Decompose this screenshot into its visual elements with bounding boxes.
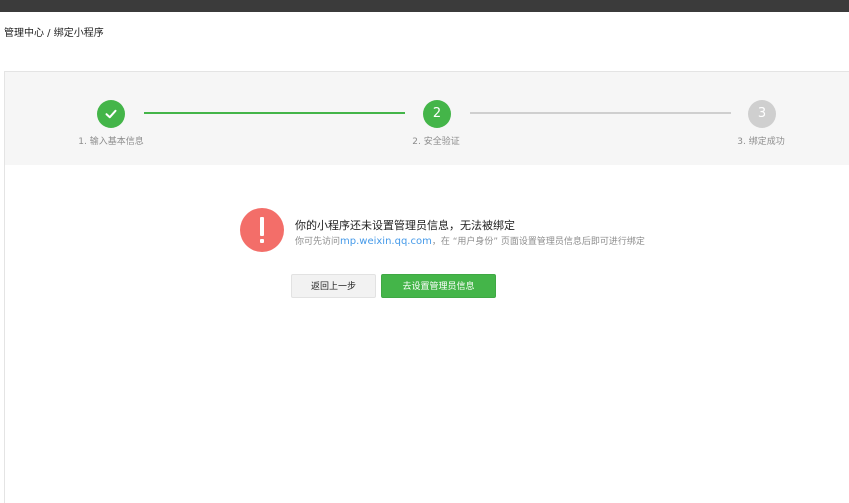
exclamation-icon [240,208,284,252]
back-button[interactable]: 返回上一步 [291,274,376,298]
mp-weixin-link[interactable]: mp.weixin.qq.com [340,236,432,247]
step-3-circle: 3 [748,100,776,128]
breadcrumb-root[interactable]: 管理中心 [4,28,44,39]
step-2-label: 2. 安全验证 [412,137,460,147]
breadcrumb-current: 绑定小程序 [53,28,104,39]
step-3-label: 3. 绑定成功 [737,137,785,147]
step-1-label: 1. 输入基本信息 [78,137,144,147]
step-connector-2 [470,112,731,114]
bind-panel: 2 3 1. 输入基本信息 2. 安全验证 3. 绑定成功 你的小程序还未设置管… [4,71,849,503]
step-indicator: 2 3 1. 输入基本信息 2. 安全验证 3. 绑定成功 [5,72,849,165]
top-bar [0,0,849,12]
set-admin-info-button[interactable]: 去设置管理员信息 [381,274,496,298]
check-icon [105,109,117,119]
step-connector-1 [144,112,405,114]
warning-description: 你可先访问mp.weixin.qq.com，在 “用户身份” 页面设置管理员信息… [295,236,645,248]
warning-title: 你的小程序还未设置管理员信息，无法被绑定 [295,219,515,232]
step-2-number: 2 [432,106,442,121]
description-prefix: 你可先访问 [295,237,341,247]
step-3-number: 3 [757,106,767,121]
warning-message: 你的小程序还未设置管理员信息，无法被绑定 你可先访问mp.weixin.qq.c… [240,208,700,258]
description-suffix: ，在 “用户身份” 页面设置管理员信息后即可进行绑定 [431,237,645,247]
breadcrumb: 管理中心 / 绑定小程序 [4,27,104,41]
step-1-circle [97,100,125,128]
step-2-circle: 2 [423,100,451,128]
breadcrumb-separator: / [44,28,54,39]
